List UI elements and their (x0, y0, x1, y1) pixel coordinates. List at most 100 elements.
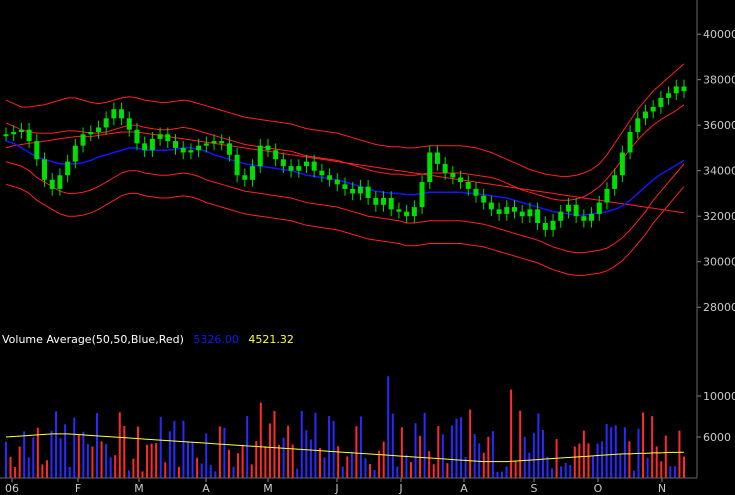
volume-bar (628, 441, 631, 478)
volume-bar (491, 431, 494, 478)
volume-bar (100, 441, 103, 478)
price-tick-label: 34000 (703, 165, 735, 178)
volume-bar (350, 451, 353, 478)
volume-bar (86, 444, 89, 478)
candle-body (49, 179, 55, 189)
volume-bar (91, 446, 94, 478)
candle-body (419, 182, 425, 208)
volume-bar (532, 433, 535, 478)
time-tick-label: M (134, 482, 144, 495)
volume-bar (264, 446, 267, 478)
time-tick-label: 06 (5, 482, 19, 495)
volume-bar (200, 463, 203, 478)
volume-bar (68, 466, 71, 478)
volume-bar (432, 464, 435, 478)
volume-bar (519, 410, 522, 478)
volume-bar (227, 449, 230, 478)
volume-bar (332, 420, 335, 478)
price-tick-label: 38000 (703, 74, 735, 87)
volume-bar (146, 444, 149, 478)
candle-body (319, 170, 325, 176)
volume-bar (55, 411, 58, 478)
candle-body (250, 166, 256, 180)
volume-bar (45, 460, 48, 478)
volume-bar (273, 410, 276, 478)
candle-body (581, 216, 587, 221)
volume-bar (564, 463, 567, 478)
volume-bar (177, 466, 180, 478)
volume-bar (82, 431, 85, 478)
volume-bar (109, 457, 112, 478)
volume-bar (341, 466, 344, 478)
volume-bar (50, 430, 53, 478)
volume-bar (118, 412, 121, 478)
candle-body (512, 207, 517, 212)
candle-body (103, 118, 109, 128)
time-tick-label: M (263, 482, 273, 495)
time-tick-label: J (334, 482, 338, 495)
volume-bar (291, 444, 294, 478)
volume-bar (305, 430, 308, 478)
volume-bar (73, 417, 76, 478)
volume-legend: Volume Average(50,50,Blue,Red) 5326.00 4… (2, 333, 294, 346)
volume-bar (482, 452, 485, 478)
volume-bar (487, 436, 490, 478)
candle-body (42, 159, 48, 180)
candle-body (242, 175, 248, 180)
price-tick-label: 28000 (703, 301, 735, 314)
candle-body (334, 179, 340, 185)
volume-bar (578, 443, 581, 478)
volume-bar (664, 435, 667, 478)
volume-bar (191, 441, 194, 478)
volume-tick-label: 10000 (703, 390, 735, 403)
candle-body (265, 145, 271, 151)
candle-body (88, 132, 94, 135)
volume-bar (496, 471, 499, 478)
candle-body (119, 109, 125, 119)
volume-bar (460, 417, 463, 478)
candle-body (596, 202, 602, 214)
volume-bar (223, 427, 226, 478)
candle-body (34, 141, 40, 160)
time-axis: 06 F M A M J J A S O N (5, 478, 666, 495)
candle-body (273, 150, 279, 160)
candle-body (65, 161, 71, 176)
volume-bar (605, 423, 608, 478)
volume-bar (646, 457, 649, 478)
candle-body (149, 138, 155, 151)
volume-bar (396, 466, 399, 478)
candle-body (126, 118, 132, 130)
ma2-value: 4521.32 (248, 333, 294, 346)
volume-bar (623, 427, 626, 478)
volume-bar (182, 420, 185, 478)
volume-bar (346, 456, 349, 478)
volume-bar (209, 465, 212, 478)
candle-body (342, 184, 348, 189)
volume-bar (232, 466, 235, 478)
volume-bar (14, 467, 17, 478)
volume-bar (23, 431, 26, 478)
candle-body (373, 198, 379, 205)
volume-bar (141, 471, 144, 478)
volume-bar (678, 430, 681, 478)
candle-body (427, 152, 433, 183)
candle-body (481, 195, 487, 203)
candle-body (411, 207, 417, 217)
volume-bar (32, 437, 35, 478)
volume-bar (309, 439, 312, 478)
volume-bar (569, 464, 572, 478)
volume-bar (610, 427, 613, 478)
candle-body (542, 223, 548, 230)
volume-bar (164, 462, 167, 478)
volume-bar (619, 454, 622, 478)
volume-bar (409, 462, 412, 478)
volume-bar (655, 446, 658, 478)
volume-bar (18, 446, 21, 478)
volume-bar (660, 461, 663, 478)
time-tick-label: A (202, 482, 210, 495)
volume-bar (537, 413, 540, 478)
volume-bar (601, 441, 604, 478)
candle-body (404, 211, 410, 217)
time-tick-label: A (460, 482, 468, 495)
volume-bar (5, 441, 7, 478)
